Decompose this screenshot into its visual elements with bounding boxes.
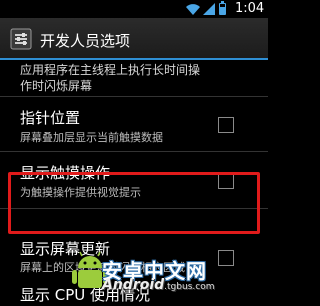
wifi-icon <box>186 4 200 15</box>
battery-icon <box>219 1 226 15</box>
checkbox[interactable] <box>218 117 234 133</box>
pref-title: 显示触摸操作 <box>20 164 111 182</box>
pref-item-strict-mode[interactable]: 应用程序在主线程上执行长时间操 作时闪烁屏幕 <box>0 60 268 97</box>
pref-summary: 作时闪烁屏幕 <box>20 79 93 93</box>
watermark: 安卓中文网 Android.tgbus.com <box>102 255 268 299</box>
watermark-site: Android.tgbus.com <box>102 277 214 293</box>
watermark-site-suffix: .tgbus.com <box>164 282 215 292</box>
pref-title: 指针位置 <box>20 109 81 127</box>
watermark-site-prefix: Android <box>102 277 165 293</box>
pref-summary: 为触摸操作提供视觉提示 <box>20 186 141 199</box>
status-time: 1:04 <box>235 1 265 16</box>
action-bar: 开发人员选项 <box>0 18 268 60</box>
pref-item-pointer-location[interactable]: 指针位置 屏幕叠加层显示当前触摸数据 <box>0 98 268 152</box>
page-title: 开发人员选项 <box>40 32 131 50</box>
settings-app-icon[interactable] <box>10 28 32 50</box>
pref-summary: 屏幕叠加层显示当前触摸数据 <box>20 131 163 144</box>
status-bar: 1:04 <box>0 0 268 18</box>
pref-item-show-touches[interactable]: 显示触摸操作 为触摸操作提供视觉提示 <box>0 153 268 209</box>
checkbox[interactable] <box>218 173 234 189</box>
pref-title: 应用程序在主线程上执行长时间操 <box>20 63 201 77</box>
signal-icon <box>203 3 215 15</box>
